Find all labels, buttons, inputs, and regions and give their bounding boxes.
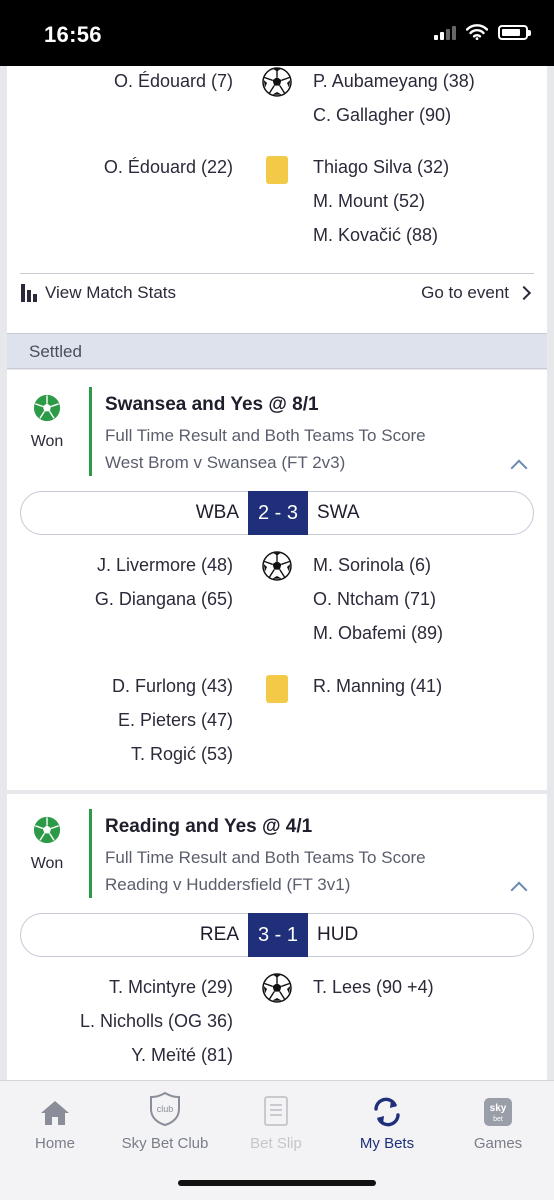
soccer-ball-icon (262, 67, 292, 97)
soccer-ball-icon (262, 973, 292, 1003)
tab-my-bets-label: My Bets (359, 1135, 415, 1152)
away-goal-scorer: M. Obafemi (89) (313, 623, 444, 643)
scoreboard: REA 3 - 1 HUD (20, 913, 534, 957)
score: 2 - 3 (248, 491, 308, 535)
battery-icon (498, 24, 531, 40)
soccer-ball-icon (33, 816, 61, 844)
go-to-event-link[interactable]: Go to event (421, 283, 533, 303)
away-goal-scorer: C. Gallagher (90) (313, 105, 452, 125)
home-goal-scorer: J. Livermore (48) (96, 555, 233, 575)
home-team: REA (199, 924, 239, 945)
view-match-stats-label: View Match Stats (45, 283, 177, 302)
previous-bet-card: O. Édouard (7) P. Aubameyang (38) C. Gal… (7, 66, 547, 333)
bet-card[interactable]: Won Reading and Yes @ 4/1 Full Time Resu… (7, 794, 547, 1080)
away-card: R. Manning (41) (313, 676, 443, 696)
away-goal-scorer: M. Sorinola (6) (313, 555, 432, 575)
go-to-event-label: Go to event (421, 283, 509, 302)
home-icon (41, 1101, 69, 1125)
tab-bet-slip[interactable]: Bet Slip (221, 1081, 331, 1152)
tab-home-label: Home (34, 1135, 75, 1152)
away-goal-scorer: T. Lees (90 +4) (313, 977, 434, 997)
won-indicator-line (89, 387, 92, 476)
sky-bet-logo-icon: sky bet (484, 1098, 512, 1126)
home-goal-scorer: Y. Meïté (81) (131, 1045, 233, 1065)
chevron-up-icon[interactable] (510, 459, 528, 477)
home-team: WBA (195, 502, 239, 523)
tab-sky-bet-club-label: Sky Bet Club (121, 1135, 209, 1152)
bet-status-label: Won (30, 855, 64, 872)
score: 3 - 1 (248, 913, 308, 957)
status-bar: 16:56 (0, 0, 554, 66)
bet-event: West Brom v Swansea (FT 2v3) (105, 453, 346, 472)
scoreboard: WBA 2 - 3 SWA (20, 491, 534, 535)
away-card: M. Mount (52) (313, 191, 426, 211)
tab-home[interactable]: Home (0, 1081, 110, 1152)
home-goal-scorer: G. Diangana (65) (94, 589, 233, 609)
home-indicator[interactable] (178, 1180, 376, 1186)
tab-sky-bet-club[interactable]: club Sky Bet Club (110, 1081, 220, 1152)
bar-chart-icon (21, 284, 37, 302)
club-shield-icon: club (150, 1091, 180, 1127)
away-card: M. Kovačić (88) (313, 225, 439, 245)
status-time: 16:56 (44, 22, 102, 47)
tab-games[interactable]: sky bet Games (443, 1081, 553, 1152)
home-goal-scorer: L. Nicholls (OG 36) (79, 1011, 233, 1031)
home-goal-scorer: T. Mcintyre (29) (108, 977, 233, 997)
games-badge-top: sky (490, 1103, 507, 1114)
bet-status: Won (7, 816, 87, 873)
home-card: E. Pieters (47) (117, 710, 233, 730)
home-card: D. Furlong (43) (111, 676, 233, 696)
away-card: Thiago Silva (32) (313, 157, 450, 177)
away-goal-scorer: P. Aubameyang (38) (313, 71, 475, 91)
tab-games-label: Games (473, 1135, 523, 1152)
chevron-right-icon (516, 285, 532, 301)
bet-market: Full Time Result and Both Teams To Score (105, 426, 426, 445)
settled-label: Settled (29, 342, 82, 361)
home-card: O. Édouard (22) (103, 157, 233, 177)
away-team: SWA (317, 502, 360, 523)
chevron-up-icon[interactable] (510, 881, 528, 899)
tab-bet-slip-label: Bet Slip (250, 1135, 302, 1152)
soccer-ball-icon (262, 551, 292, 581)
status-icons (434, 24, 531, 40)
bet-status: Won (7, 394, 87, 451)
settled-section-header: Settled (7, 333, 547, 369)
club-badge-text: club (157, 1104, 174, 1114)
yellow-card-icon (266, 156, 288, 184)
soccer-ball-icon (33, 394, 61, 422)
away-team: HUD (317, 924, 359, 945)
bet-slip-icon (264, 1096, 288, 1126)
bet-title: Swansea and Yes @ 8/1 (105, 394, 319, 415)
divider (20, 273, 534, 274)
won-indicator-line (89, 809, 92, 898)
bets-scroll-area[interactable]: O. Édouard (7) P. Aubameyang (38) C. Gal… (0, 66, 554, 1080)
bet-status-label: Won (30, 433, 64, 450)
bet-event: Reading v Huddersfield (FT 3v1) (105, 875, 351, 894)
wifi-icon (466, 24, 488, 40)
away-goal-scorer: O. Ntcham (71) (313, 589, 437, 609)
view-match-stats-link[interactable]: View Match Stats (21, 283, 176, 303)
swap-arrows-icon (374, 1097, 400, 1127)
bet-card[interactable]: Won Swansea and Yes @ 8/1 Full Time Resu… (7, 370, 547, 790)
bet-market: Full Time Result and Both Teams To Score (105, 848, 426, 867)
tab-my-bets[interactable]: My Bets (332, 1081, 442, 1152)
home-card: T. Rogić (53) (130, 744, 233, 764)
games-badge-bottom: bet (493, 1116, 503, 1123)
yellow-card-icon (266, 675, 288, 703)
bet-title: Reading and Yes @ 4/1 (105, 816, 313, 837)
cellular-signal-icon (434, 24, 456, 40)
home-goal-scorer: O. Édouard (7) (113, 71, 233, 91)
